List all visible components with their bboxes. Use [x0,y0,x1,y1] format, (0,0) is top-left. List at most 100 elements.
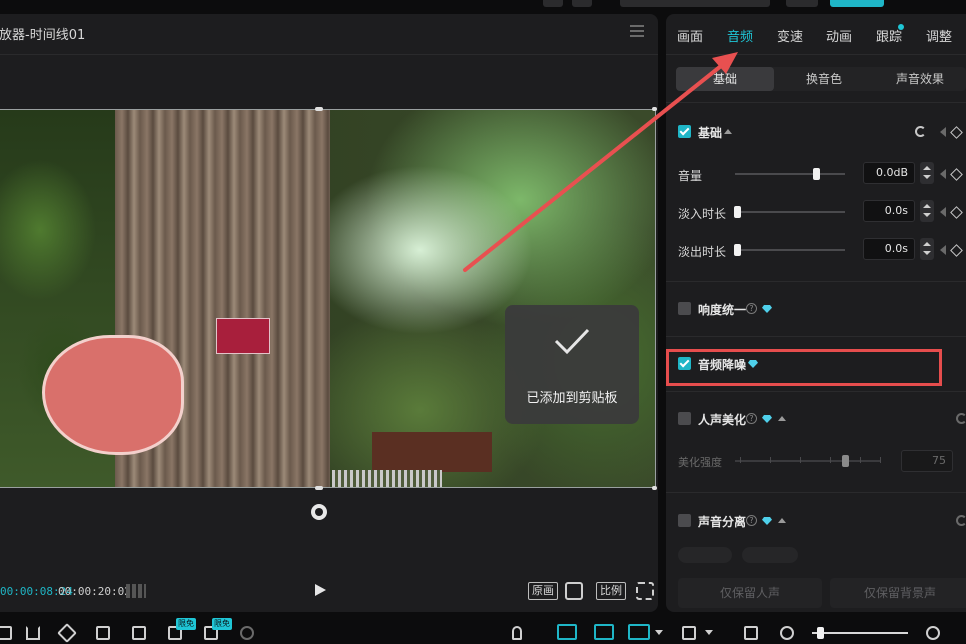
help-icon[interactable]: ? [746,303,757,314]
tab-animation[interactable]: 动画 [826,26,852,45]
voice-beautify-checkbox[interactable] [678,412,691,425]
chevron-down-icon[interactable] [655,630,663,635]
volume-input[interactable]: 0.0dB [863,162,915,184]
help-icon[interactable]: ? [746,413,757,424]
voice-separation-checkbox[interactable] [678,514,691,527]
fit-timeline-icon[interactable] [744,626,758,640]
check-icon [554,328,590,355]
preview-axis-icon[interactable] [682,626,696,640]
collapse-caret-icon[interactable] [724,129,732,134]
mirror-icon[interactable] [26,626,40,640]
vip-gem-icon [762,415,772,423]
tab-picture[interactable]: 画面 [677,26,703,45]
basic-section-label: 基础 [698,126,723,140]
beautify-strength-input[interactable]: 75 [901,450,953,472]
keyframe-icon[interactable] [950,168,963,181]
slider-tick [880,457,881,463]
top-input[interactable] [620,0,770,7]
separation-option[interactable] [678,547,732,563]
beautify-strength-label: 美化强度 [678,456,722,469]
prev-keyframe-icon[interactable] [940,207,946,217]
crop-handle-top[interactable] [315,107,323,111]
top-button[interactable] [543,0,563,7]
tab-adjust[interactable]: 调整 [926,26,952,45]
video-preview[interactable] [0,109,656,488]
keep-background-button[interactable]: 仅保留背景声 [830,578,966,608]
prev-keyframe-icon[interactable] [940,169,946,179]
fade-in-stepper[interactable] [920,200,934,222]
prev-keyframe-icon[interactable] [940,127,946,137]
timecode-grid-icon[interactable] [126,584,146,598]
fullscreen-icon[interactable] [636,582,654,600]
slider-tick [860,457,861,463]
zoom-out-icon[interactable] [780,626,794,640]
slider-tick [740,457,741,463]
slider-tick [830,457,831,463]
keep-voice-button[interactable]: 仅保留人声 [678,578,822,608]
notification-dot [898,24,904,30]
fade-out-slider-knob[interactable] [734,244,741,256]
volume-slider-knob[interactable] [813,168,820,180]
inspector-panel: 画面 音频 变速 动画 跟踪 调整 基础 换音色 声音效果 基础 音量 0.0d… [666,14,966,612]
keyframe-icon[interactable] [950,244,963,257]
fade-out-label: 淡出时长 [678,245,727,259]
frame-icon[interactable] [132,626,146,640]
export-button[interactable] [830,0,884,7]
fade-out-slider[interactable] [735,249,845,251]
top-button[interactable] [786,0,818,7]
split-icon[interactable] [0,626,12,640]
chevron-down-icon[interactable] [705,630,713,635]
volume-stepper[interactable] [920,162,934,184]
original-button[interactable]: 原画 [528,582,558,600]
rotate-icon[interactable] [311,504,327,520]
collapse-caret-icon[interactable] [778,416,786,421]
fade-out-stepper[interactable] [920,238,934,260]
keyframe-icon[interactable] [950,126,963,139]
menu-icon[interactable] [630,25,644,37]
fade-in-input[interactable]: 0.0s [863,200,915,222]
subtab-sound-effect[interactable]: 声音效果 [874,67,966,91]
keyframe-icon[interactable] [950,206,963,219]
free-badge: 限免 [212,618,232,630]
prev-keyframe-icon[interactable] [940,245,946,255]
tab-speed[interactable]: 变速 [777,26,803,45]
reset-icon[interactable] [956,515,966,526]
fade-in-slider-knob[interactable] [734,206,741,218]
volume-slider[interactable] [735,173,845,175]
microphone-icon[interactable] [512,626,522,640]
crop-handle-bottom[interactable] [315,486,323,490]
collapse-caret-icon[interactable] [778,518,786,523]
reset-icon[interactable] [915,126,926,137]
subtab-basic[interactable]: 基础 [676,67,774,91]
slider-tick [800,457,801,463]
zoom-slider-knob[interactable] [817,627,824,639]
fit-screen-icon[interactable] [565,582,583,600]
fade-in-slider[interactable] [735,211,845,213]
crop-handle-corner[interactable] [652,107,657,111]
ratio-button[interactable]: 比例 [596,582,626,600]
inspector-tabs: 画面 音频 变速 动画 跟踪 调整 [666,14,966,54]
reset-icon[interactable] [956,413,966,424]
voice-beautify-label: 人声美化 [698,413,747,427]
total-time: 00:00:20:02 [58,585,131,598]
help-icon[interactable]: ? [746,515,757,526]
crop-handle-corner[interactable] [652,486,657,490]
scissors-icon[interactable] [240,626,254,640]
subtab-voice-change[interactable]: 换音色 [776,67,872,91]
audio-subtabs: 基础 换音色 声音效果 [676,67,966,91]
tab-audio[interactable]: 音频 [727,26,753,45]
loudness-checkbox[interactable] [678,302,691,315]
zoom-slider[interactable] [812,632,908,634]
auto-snap-icon[interactable] [594,624,614,640]
fade-out-input[interactable]: 0.0s [863,238,915,260]
basic-checkbox[interactable] [678,125,691,138]
crop-icon[interactable] [96,626,110,640]
zoom-in-icon[interactable] [926,626,940,640]
separation-option[interactable] [742,547,798,563]
link-icon[interactable] [628,624,650,640]
beautify-strength-knob[interactable] [842,455,849,467]
play-icon[interactable] [315,584,326,596]
fade-in-label: 淡入时长 [678,207,727,221]
top-button[interactable] [572,0,592,7]
main-track-magnet-icon[interactable] [557,624,577,640]
